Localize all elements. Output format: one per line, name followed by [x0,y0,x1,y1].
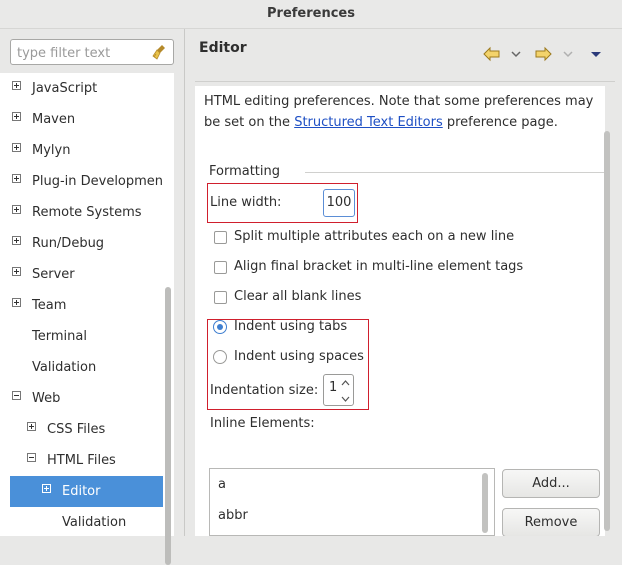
indentation-size-spinner[interactable]: 1 [323,374,354,406]
inline-elements-label: Inline Elements: [210,416,315,431]
tree-item-label: Web [32,391,61,406]
collapse-icon[interactable] [12,391,21,400]
indent-tabs-radio[interactable] [213,320,227,334]
tree-item-label: Team [32,298,67,313]
tree-item[interactable]: Plug-in Developmen [0,166,174,197]
inline-elements-list[interactable]: a abbr acronym [209,468,495,536]
tree-item-label: Validation [32,360,97,375]
list-item[interactable]: abbr [218,508,248,523]
filter-box [10,39,174,65]
tree-item[interactable]: Validation [0,352,174,383]
filter-input[interactable] [15,43,155,63]
tree-item[interactable]: Maven [0,104,174,135]
window-titlebar: Preferences [0,0,622,29]
structured-text-editors-link[interactable]: Structured Text Editors [294,115,443,130]
back-arrow-icon[interactable] [482,45,502,63]
forward-arrow-icon[interactable] [533,45,553,63]
tree-item-label: JavaScript [32,81,98,96]
tree-item-label: HTML Files [47,453,116,468]
tree-item-label: Maven [32,112,76,127]
tree-scrollbar[interactable] [165,287,171,565]
tree-item[interactable]: Run/Debug [0,228,174,259]
tree-item-label: Validation [62,515,127,530]
tree-item-label: Plug-in Developmen [32,174,164,189]
tree-item[interactable]: Remote Systems [0,197,174,228]
tree-item[interactable]: Editor [10,476,163,507]
expand-icon[interactable] [12,112,21,121]
split-attributes-checkbox[interactable] [214,231,227,244]
expand-icon[interactable] [12,174,21,183]
editor-preferences-content: HTML editing preferences. Note that some… [195,86,605,536]
tree-item[interactable]: Server [0,259,174,290]
expand-icon[interactable] [42,484,51,493]
align-bracket-checkbox[interactable] [214,261,227,274]
clear-filter-icon[interactable] [151,43,169,61]
formatting-group-label: Formatting [209,164,281,179]
clear-blank-lines-checkbox[interactable] [214,291,227,304]
page-description: HTML editing preferences. Note that some… [204,94,594,130]
formatting-group-line [305,172,605,173]
tree-item-label: Remote Systems [32,205,142,220]
window-title: Preferences [267,6,355,21]
preferences-tree[interactable]: JavaScript Maven Mylyn Plug-in Developmen Re… [0,73,174,536]
tree-item-label: Server [32,267,75,282]
page-title: Editor [199,40,247,56]
line-width-label: Line width: [210,195,282,210]
indentation-size-value: 1 [329,380,338,395]
tree-item-label: Editor [62,484,101,499]
tree-item-label: Run/Debug [32,236,105,251]
preferences-nav-pane: JavaScript Maven Mylyn Plug-in Developmen Re… [0,29,185,565]
clear-blank-lines-label: Clear all blank lines [234,289,362,304]
remove-button[interactable]: Remove [502,508,600,536]
back-history-dropdown-icon[interactable] [510,45,522,63]
add-button[interactable]: Add... [502,469,600,498]
line-width-input[interactable]: 100 [323,189,355,217]
list-item[interactable]: a [218,477,226,492]
tree-item[interactable]: Team [0,290,174,321]
tree-item[interactable]: JavaScript [0,73,174,104]
tree-item[interactable]: Validation [0,507,174,536]
indent-tabs-label: Indent using tabs [234,319,348,334]
indentation-size-label: Indentation size: [210,383,319,398]
content-scrollbar[interactable] [604,131,610,531]
expand-icon[interactable] [12,267,21,276]
expand-icon[interactable] [12,143,21,152]
tree-item[interactable]: Mylyn [0,135,174,166]
inline-elements-scrollbar[interactable] [482,473,488,533]
spinner-arrows-icon[interactable] [341,378,350,404]
align-bracket-label: Align final bracket in multi-line elemen… [234,259,524,274]
expand-icon[interactable] [12,81,21,90]
expand-icon[interactable] [27,422,36,431]
tree-item-label: Mylyn [32,143,71,158]
expand-icon[interactable] [12,205,21,214]
tree-item-label: CSS Files [47,422,106,437]
tree-item-label: Terminal [32,329,87,344]
split-attributes-label: Split multiple attributes each on a new … [234,229,515,244]
header-separator [195,81,615,82]
tree-item[interactable]: Web [0,383,174,414]
forward-history-dropdown-icon[interactable] [562,45,574,63]
tree-item[interactable]: HTML Files [0,445,174,476]
view-menu-icon[interactable] [589,45,603,63]
expand-icon[interactable] [12,236,21,245]
indent-spaces-label: Indent using spaces [234,349,364,364]
tree-item[interactable]: CSS Files [0,414,174,445]
tree-item[interactable]: Terminal [0,321,174,352]
preference-page: Editor HTML editing preferences. Note th… [185,29,622,536]
indent-spaces-radio[interactable] [213,350,227,364]
expand-icon[interactable] [12,298,21,307]
collapse-icon[interactable] [27,453,36,462]
